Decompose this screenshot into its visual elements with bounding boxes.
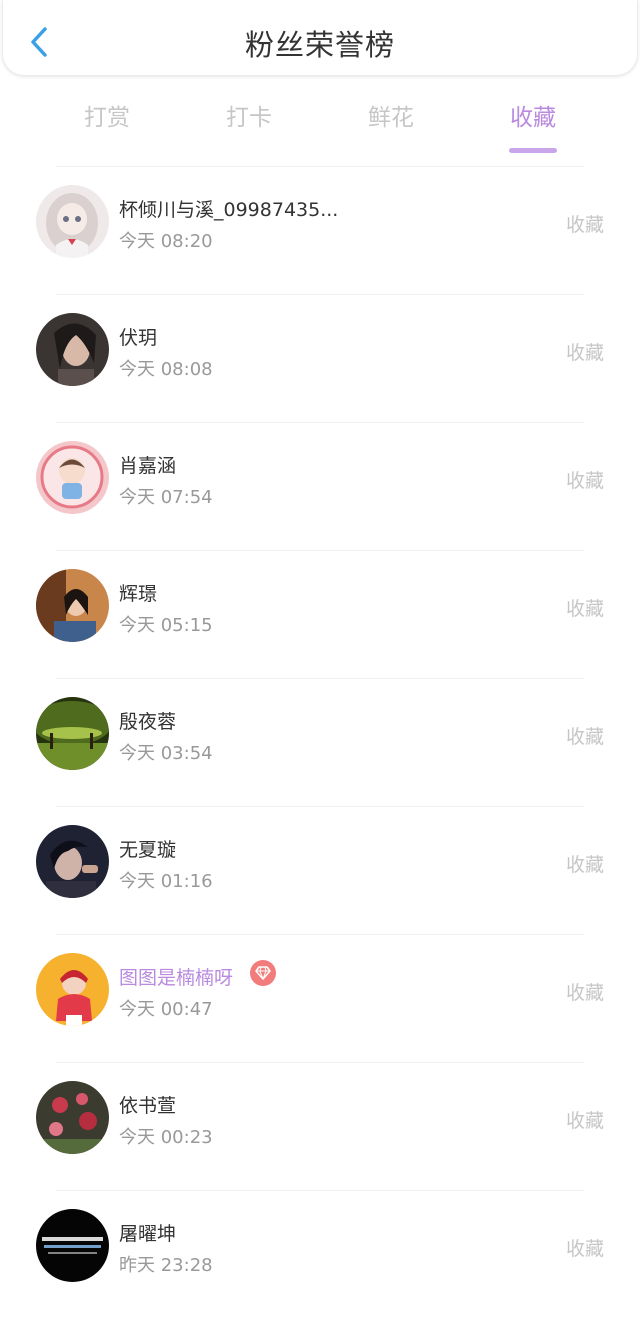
tab-favorites-label: 收藏 — [510, 105, 556, 131]
tab-reward[interactable]: 打赏 — [47, 98, 167, 132]
favorite-label: 收藏 — [565, 726, 604, 748]
divider — [56, 166, 584, 167]
fan-name: 殷夜蓉 — [119, 711, 177, 733]
divider — [56, 1190, 584, 1191]
divider — [56, 934, 584, 935]
list-item[interactable]: 无夏璇 今天 01:16 收藏 — [0, 806, 640, 934]
fan-time: 昨天 23:28 — [119, 1255, 213, 1276]
page-title: 粉丝荣誉榜 — [244, 28, 395, 62]
tab-favorites[interactable]: 收藏 — [473, 98, 593, 153]
divider — [56, 294, 584, 295]
fan-name: 屠曜坤 — [119, 1223, 177, 1245]
avatar[interactable] — [36, 313, 109, 386]
avatar[interactable] — [36, 697, 109, 770]
divider — [56, 678, 584, 679]
diamond-icon — [255, 966, 271, 980]
list-item[interactable]: 肖嘉涵 今天 07:54 收藏 — [0, 422, 640, 550]
active-tab-indicator — [509, 148, 557, 153]
fan-time: 今天 00:47 — [119, 999, 213, 1020]
avatar[interactable] — [36, 441, 109, 514]
fan-time: 今天 05:15 — [119, 615, 213, 636]
favorite-label: 收藏 — [565, 470, 604, 492]
favorite-label: 收藏 — [565, 598, 604, 620]
avatar[interactable] — [36, 1209, 109, 1282]
list-item[interactable]: 依书萱 今天 00:23 收藏 — [0, 1062, 640, 1190]
divider — [56, 422, 584, 423]
list-item[interactable]: 图图是楠楠呀 今天 00:47 收藏 — [0, 934, 640, 1062]
favorite-label: 收藏 — [565, 342, 604, 364]
avatar[interactable] — [36, 1081, 109, 1154]
favorite-label: 收藏 — [565, 1238, 604, 1260]
avatar[interactable] — [36, 825, 109, 898]
fan-name: 杯倾川与溪_09987435... — [119, 199, 339, 221]
favorite-label: 收藏 — [565, 982, 604, 1004]
list-item[interactable]: 殷夜蓉 今天 03:54 收藏 — [0, 678, 640, 806]
favorite-label: 收藏 — [565, 854, 604, 876]
vip-badge — [250, 960, 276, 986]
tab-bar: 打赏 打卡 鲜花 收藏 — [0, 88, 640, 153]
list-item[interactable]: 伏玥 今天 08:08 收藏 — [0, 294, 640, 422]
top-bar: 粉丝荣誉榜 — [2, 0, 638, 76]
divider — [56, 806, 584, 807]
list-item[interactable]: 屠曜坤 昨天 23:28 收藏 — [0, 1190, 640, 1318]
fan-name: 辉璟 — [119, 583, 158, 605]
fan-time: 今天 08:08 — [119, 359, 213, 380]
divider — [56, 1062, 584, 1063]
list-item[interactable]: 辉璟 今天 05:15 收藏 — [0, 550, 640, 678]
divider — [56, 550, 584, 551]
favorite-label: 收藏 — [565, 214, 604, 236]
fan-name: 图图是楠楠呀 — [119, 967, 234, 989]
fan-name: 依书萱 — [119, 1095, 177, 1117]
avatar[interactable] — [36, 569, 109, 642]
favorite-label: 收藏 — [565, 1110, 604, 1132]
list-item[interactable]: 杯倾川与溪_09987435... 今天 08:20 收藏 — [0, 166, 640, 294]
fan-name: 伏玥 — [119, 327, 158, 349]
fan-time: 今天 08:20 — [119, 231, 213, 252]
fan-time: 今天 00:23 — [119, 1127, 213, 1148]
avatar[interactable] — [36, 953, 109, 1026]
tab-flowers[interactable]: 鲜花 — [331, 98, 451, 132]
fan-name: 无夏璇 — [119, 839, 177, 861]
fan-time: 今天 01:16 — [119, 871, 213, 892]
fan-name: 肖嘉涵 — [119, 455, 177, 477]
fan-list: 杯倾川与溪_09987435... 今天 08:20 收藏 伏玥 今天 08:0… — [0, 166, 640, 1318]
avatar[interactable] — [36, 185, 109, 258]
tab-checkin[interactable]: 打卡 — [189, 98, 309, 132]
fan-time: 今天 07:54 — [119, 487, 213, 508]
fan-time: 今天 03:54 — [119, 743, 213, 764]
